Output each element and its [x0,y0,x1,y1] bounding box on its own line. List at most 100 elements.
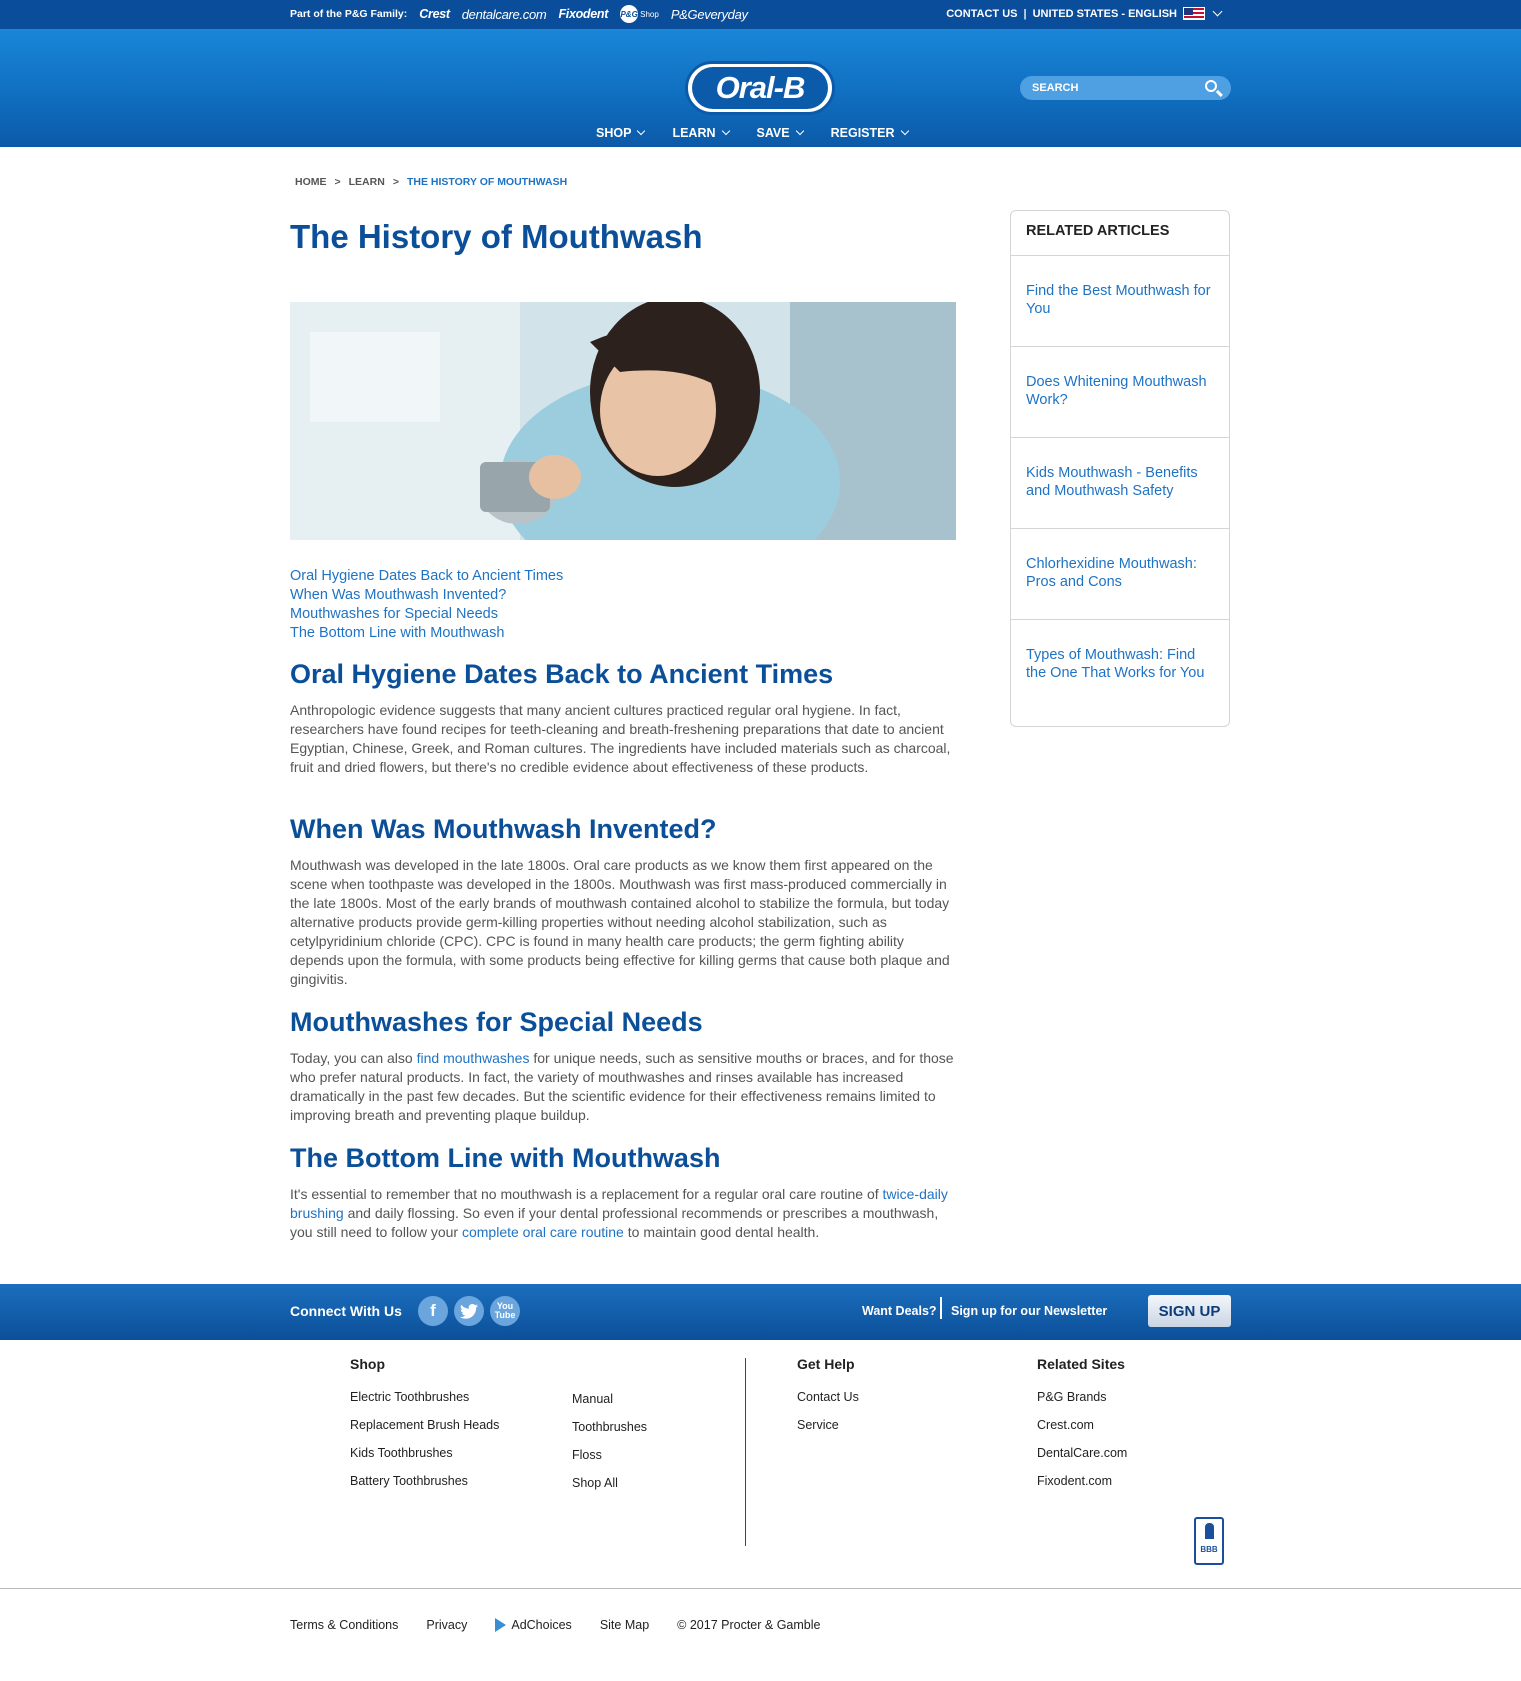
pg-family-brands: Part of the P&G Family: Crest dentalcare… [290,5,748,23]
connect-band: Connect With Us f You Tube Want Deals? Si… [0,1284,1521,1340]
footer-heading: Related Sites [1037,1356,1125,1372]
related-article-link[interactable]: Kids Mouthwash - Benefits and Mouthwash … [1011,438,1229,529]
related-articles: RELATED ARTICLES Find the Best Mouthwash… [1010,210,1230,727]
text: Today, you can also [290,1050,417,1066]
dentalcare-link[interactable]: dentalcare.com [462,7,547,22]
privacy-link[interactable]: Privacy [426,1618,467,1632]
pg-family-bar: Part of the P&G Family: Crest dentalcare… [0,0,1521,29]
related-article-link[interactable]: Types of Mouthwash: Find the One That Wo… [1011,620,1229,730]
fixodent-link[interactable]: Fixodent [558,7,608,21]
footer-heading: Get Help [797,1356,855,1372]
search-input[interactable] [1032,80,1202,96]
locale-selector[interactable]: UNITED STATES - ENGLISH [1033,8,1177,20]
nav-save-label: SAVE [756,126,790,140]
footer-link[interactable]: Manual [572,1385,647,1413]
oral-b-logo[interactable]: Oral-B [685,61,835,115]
breadcrumb-current: THE HISTORY OF MOUTHWASH [406,176,568,188]
footer-link[interactable]: Service [797,1411,859,1439]
divider [940,1297,942,1319]
search-box[interactable] [1020,76,1231,100]
footer-rule [0,1588,1521,1589]
toc-link[interactable]: When Was Mouthwash Invented? [290,586,563,605]
chevron-down-icon [637,126,646,135]
pg-logo-icon: P&G [620,5,639,23]
footer-link[interactable]: Floss [572,1441,647,1469]
us-flag-icon[interactable] [1183,7,1205,20]
related-articles-heading: RELATED ARTICLES [1011,211,1229,256]
connect-label: Connect With Us [290,1303,402,1319]
section-paragraph: Mouthwash was developed in the late 1800… [290,857,950,987]
page-title: The History of Mouthwash [290,218,703,255]
youtube-icon[interactable]: You Tube [490,1296,520,1326]
footer-link[interactable]: Battery Toothbrushes [350,1467,499,1495]
related-article-link[interactable]: Find the Best Mouthwash for You [1011,256,1229,347]
find-mouthwashes-link[interactable]: find mouthwashes [417,1050,530,1066]
footer-link[interactable]: Replacement Brush Heads [350,1411,499,1439]
article: The History of Mouthwash Oral Hygiene Da… [290,215,956,1240]
footer-link[interactable]: Electric Toothbrushes [350,1383,499,1411]
hero-image [290,302,956,540]
table-of-contents: Oral Hygiene Dates Back to Ancient Times… [290,567,563,643]
chevron-down-icon [795,126,804,135]
footer-link[interactable]: Kids Toothbrushes [350,1439,499,1467]
chevron-down-icon [900,126,909,135]
legal-links: Terms & Conditions Privacy AdChoices Sit… [290,1618,820,1632]
section-heading: Mouthwashes for Special Needs [290,1007,703,1037]
separator: | [1023,7,1027,20]
terms-link[interactable]: Terms & Conditions [290,1618,398,1632]
pg-everyday-link[interactable]: P&Geveryday [671,7,748,22]
toc-link[interactable]: Oral Hygiene Dates Back to Ancient Times [290,567,563,586]
toc-link[interactable]: Mouthwashes for Special Needs [290,605,563,624]
breadcrumb: HOME > LEARN > THE HISTORY OF MOUTHWASH [295,176,567,188]
related-article-link[interactable]: Does Whitening Mouthwash Work? [1011,347,1229,438]
pg-shop-link[interactable]: P&G Shop [620,5,659,23]
footer-shop-col1: Shop Electric Toothbrushes Replacement B… [350,1356,499,1495]
bbb-torch-icon [1205,1523,1214,1539]
twitter-icon[interactable] [454,1296,484,1326]
bbb-label: BBB [1200,1545,1218,1554]
footer-link[interactable]: Crest.com [1037,1411,1127,1439]
nav-save[interactable]: SAVE [756,126,804,140]
footer-link[interactable]: Contact Us [797,1383,859,1411]
logo-text: Oral-B [692,67,828,109]
footer-related-col: Related Sites P&G Brands Crest.com Denta… [1037,1356,1127,1495]
nav-shop-label: SHOP [596,126,632,140]
adchoices-icon [495,1618,507,1632]
footer-shop-col2: Manual Toothbrushes Floss Shop All [572,1385,647,1497]
search-icon[interactable] [1205,80,1217,92]
social-links: f You Tube [418,1296,520,1326]
nav-register[interactable]: REGISTER [830,126,909,140]
adchoices-link[interactable]: AdChoices [495,1618,572,1632]
copyright: © 2017 Procter & Gamble [677,1618,821,1632]
section-heading: Oral Hygiene Dates Back to Ancient Times [290,659,834,689]
facebook-icon[interactable]: f [418,1296,448,1326]
contact-us-link[interactable]: CONTACT US [946,8,1017,20]
footer-link[interactable]: Fixodent.com [1037,1467,1127,1495]
breadcrumb-home[interactable]: HOME [295,176,327,188]
pg-family-label: Part of the P&G Family: [290,8,408,20]
footer-link[interactable]: DentalCare.com [1037,1439,1127,1467]
footer-link[interactable]: P&G Brands [1037,1383,1127,1411]
bbb-badge[interactable]: BBB [1194,1517,1224,1565]
child-rinsing-illustration [290,302,956,540]
toc-link[interactable]: The Bottom Line with Mouthwash [290,624,563,643]
nav-learn[interactable]: LEARN [672,126,730,140]
nav-shop[interactable]: SHOP [596,126,646,140]
chevron-down-icon[interactable] [1212,6,1223,17]
utility-links: CONTACT US | UNITED STATES - ENGLISH [946,6,1223,20]
breadcrumb-learn[interactable]: LEARN [349,176,385,188]
section-paragraph: Anthropologic evidence suggests that man… [290,702,951,775]
sign-up-button[interactable]: SIGN UP [1148,1295,1231,1327]
footer-link[interactable]: Shop All [572,1469,647,1497]
site-map-link[interactable]: Site Map [600,1618,649,1632]
newsletter-label: Sign up for our Newsletter [951,1304,1108,1318]
section-heading: When Was Mouthwash Invented? [290,814,717,844]
nav-register-label: REGISTER [830,126,895,140]
footer-link[interactable]: Toothbrushes [572,1413,647,1441]
crest-link[interactable]: Crest [419,7,450,21]
section-heading: The Bottom Line with Mouthwash [290,1143,721,1173]
complete-oral-care-routine-link[interactable]: complete oral care routine [462,1224,624,1240]
nav-learn-label: LEARN [672,126,716,140]
related-article-link[interactable]: Chlorhexidine Mouthwash: Pros and Cons [1011,529,1229,620]
youtube-label: You Tube [495,1302,516,1320]
